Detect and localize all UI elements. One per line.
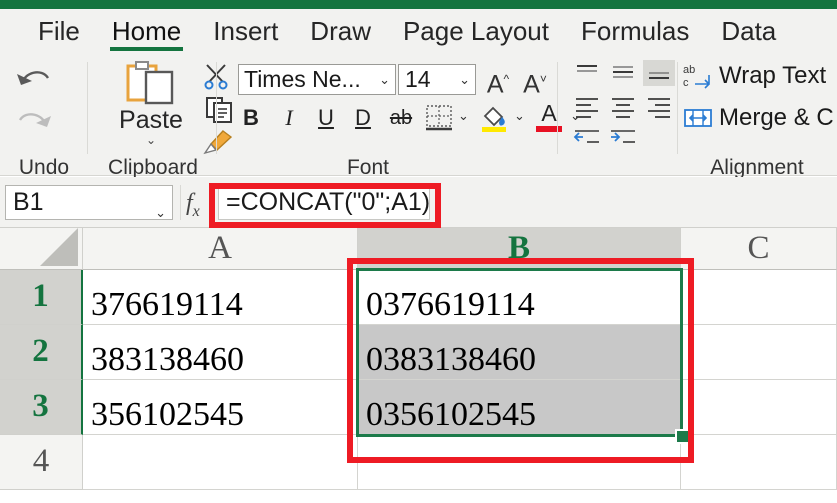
align-top-icon[interactable] <box>571 60 603 86</box>
chevron-down-icon[interactable]: ⌄ <box>155 206 166 219</box>
cell-b4[interactable] <box>358 435 681 490</box>
clipboard-paste-icon <box>124 60 178 106</box>
tab-draw[interactable]: Draw <box>294 9 387 54</box>
redo-arrow-icon[interactable] <box>12 104 56 142</box>
chevron-down-icon[interactable]: ⌄ <box>146 134 156 146</box>
svg-text:ab: ab <box>683 64 695 76</box>
ribbon-group-clipboard: Paste ⌄ Clipboard <box>89 54 233 179</box>
spreadsheet-grid: A B C 1 2 3 4 376619114 383138460 356102… <box>0 228 837 503</box>
ribbon-group-undo: Undo <box>0 54 88 179</box>
ribbon-group-alignment: ab c Wrap Text Merge & C Alignment <box>559 54 837 179</box>
wrap-text-icon: ab c <box>683 62 713 90</box>
decrease-font-size-letter: A <box>523 70 540 99</box>
fill-color-icon[interactable] <box>478 102 510 134</box>
merge-center-button[interactable]: Merge & C <box>683 104 834 132</box>
paste-label: Paste <box>119 106 183 134</box>
align-center-icon[interactable] <box>607 94 639 120</box>
bold-button[interactable]: B <box>236 102 266 134</box>
tab-insert[interactable]: Insert <box>197 9 294 54</box>
tab-formulas[interactable]: Formulas <box>565 9 705 54</box>
font-size-value: 14 <box>405 66 431 92</box>
wrap-text-button[interactable]: ab c Wrap Text <box>683 62 826 90</box>
cell-b2[interactable]: 0383138460 <box>358 325 681 380</box>
svg-text:c: c <box>683 77 689 89</box>
font-name-combo[interactable]: Times Ne... ⌄ <box>238 64 396 95</box>
row-header-2[interactable]: 2 <box>0 325 83 380</box>
tab-home[interactable]: Home <box>96 9 197 54</box>
column-header-b[interactable]: B <box>358 228 681 270</box>
cell-a2[interactable]: 383138460 <box>83 325 358 380</box>
name-box[interactable]: B1 ⌄ <box>5 185 173 220</box>
chevron-down-icon[interactable]: ⌄ <box>459 72 470 88</box>
chevron-down-icon[interactable]: ⌄ <box>379 72 390 88</box>
decrease-font-size-button[interactable]: A˅ <box>518 64 552 99</box>
excel-window: File Home Insert Draw Page Layout Formul… <box>0 0 837 503</box>
ribbon-group-font: Times Ne... ⌄ 14 ⌄ A^ A˅ B I U D ab ⌄ ⌄ … <box>218 54 581 179</box>
tab-page-layout[interactable]: Page Layout <box>387 9 565 54</box>
align-right-icon[interactable] <box>643 94 675 120</box>
wrap-text-label: Wrap Text <box>719 62 827 89</box>
group-separator <box>677 62 678 154</box>
cell-c1[interactable] <box>681 270 837 325</box>
row-header-1[interactable]: 1 <box>0 270 83 325</box>
ribbon-tab-bar: File Home Insert Draw Page Layout Formul… <box>0 9 837 54</box>
fill-handle[interactable] <box>675 429 690 444</box>
align-middle-icon[interactable] <box>607 60 639 86</box>
select-all-button[interactable] <box>0 228 83 270</box>
borders-icon[interactable] <box>424 104 454 132</box>
increase-indent-icon[interactable] <box>607 126 639 148</box>
undo-arrow-icon[interactable] <box>12 62 56 100</box>
title-bar-strip <box>0 0 837 9</box>
cell-a4[interactable] <box>83 435 358 490</box>
cell-b1[interactable]: 0376619114 <box>358 270 681 325</box>
tab-data[interactable]: Data <box>705 9 792 54</box>
row-header-4[interactable]: 4 <box>0 435 83 490</box>
font-size-combo[interactable]: 14 ⌄ <box>398 64 476 95</box>
row-header-3[interactable]: 3 <box>0 380 83 435</box>
merge-center-icon <box>683 104 713 132</box>
cell-c2[interactable] <box>681 325 837 380</box>
cell-a3[interactable]: 356102545 <box>83 380 358 435</box>
font-name-value: Times Ne... <box>244 66 361 92</box>
tab-file[interactable]: File <box>22 9 96 54</box>
increase-font-size-button[interactable]: A^ <box>481 64 515 99</box>
double-underline-button[interactable]: D <box>348 102 378 134</box>
column-header-c[interactable]: C <box>681 228 837 270</box>
formula-input[interactable]: =CONCAT("0";A1) <box>218 185 430 220</box>
name-box-value: B1 <box>13 188 44 216</box>
select-all-triangle-icon <box>40 228 78 266</box>
increase-font-size-letter: A <box>486 70 504 99</box>
strikethrough-button[interactable]: ab <box>384 102 418 134</box>
cell-c3[interactable] <box>681 380 837 435</box>
italic-button[interactable]: I <box>274 102 304 134</box>
cell-c4[interactable] <box>681 435 837 490</box>
paste-button[interactable]: Paste ⌄ <box>103 60 199 158</box>
merge-center-label: Merge & C <box>719 104 834 131</box>
align-bottom-icon[interactable] <box>643 60 675 86</box>
align-left-icon[interactable] <box>571 94 603 120</box>
cell-b3[interactable]: 0356102545 <box>358 380 681 435</box>
formula-bar: B1 ⌄ fx =CONCAT("0";A1) <box>0 177 837 228</box>
underline-button[interactable]: U <box>311 102 341 134</box>
cell-a1[interactable]: 376619114 <box>83 270 358 325</box>
formula-bar-divider <box>180 185 181 220</box>
decrease-indent-icon[interactable] <box>571 126 603 148</box>
column-header-a[interactable]: A <box>83 228 358 270</box>
insert-function-icon[interactable]: fx <box>186 190 200 221</box>
group-separator <box>557 62 558 154</box>
group-separator <box>87 62 88 154</box>
ribbon: Undo Paste ⌄ Clipboard Times Ne... ⌄ 14 … <box>0 54 837 179</box>
group-separator <box>216 62 217 154</box>
